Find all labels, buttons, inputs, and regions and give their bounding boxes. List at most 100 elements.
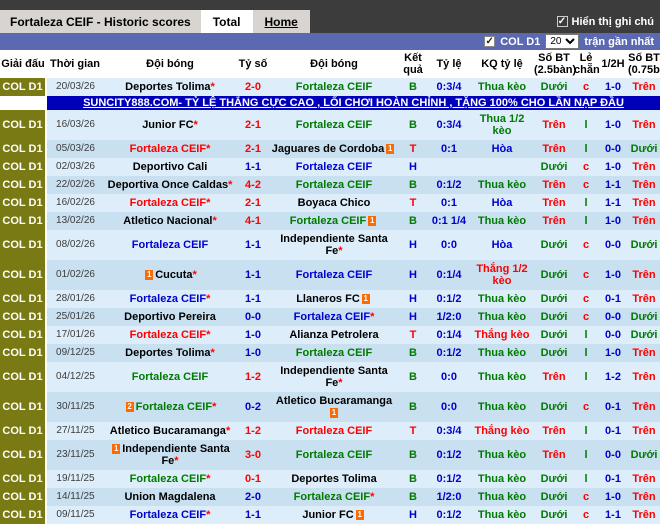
column-header-8: Số BT (2.5bàn) bbox=[534, 50, 577, 78]
over-under-0-75-cell: Trên bbox=[632, 473, 656, 485]
odd-even-cell: l bbox=[584, 119, 588, 131]
tab-home[interactable]: Home bbox=[252, 10, 310, 33]
home-team-cell: Deportes Tolima* bbox=[104, 78, 236, 96]
over-under-0-75-cell: Trên bbox=[632, 119, 656, 131]
match-count-select[interactable]: 20 bbox=[545, 34, 580, 49]
date-cell: 19/11/25 bbox=[56, 473, 95, 484]
over-under-2-5-cell: Trên bbox=[542, 119, 566, 131]
over-under-2-5-cell: Dưới bbox=[540, 269, 568, 281]
ad-banner-link[interactable]: SUNCITY888.COM- TỶ LỆ THẮNG CỰC CAO , LỐ… bbox=[46, 96, 660, 110]
over-under-2-5-cell: Dưới bbox=[540, 239, 568, 251]
odd-even-cell: l bbox=[584, 473, 588, 485]
home-team-cell: 2 Fortaleza CEIF* bbox=[104, 392, 236, 422]
home-team-name: Fortaleza CEIF bbox=[131, 239, 209, 251]
league-cell: COL D1 bbox=[0, 230, 47, 260]
tab-total[interactable]: Total bbox=[200, 10, 253, 33]
result-cell: T bbox=[409, 197, 417, 209]
away-team-name: Jaguares de Cordoba bbox=[271, 143, 385, 155]
league-cell: COL D1 bbox=[0, 362, 47, 392]
red-card-icon: 1 bbox=[386, 144, 395, 154]
home-team-cell: Junior FC* bbox=[104, 110, 236, 140]
handicap-odds-cell: 0:0 bbox=[441, 401, 457, 413]
odds-result-cell: Hòa bbox=[491, 143, 513, 155]
home-team-cell: Fortaleza CEIF* bbox=[104, 470, 236, 488]
over-under-2-5-cell: Dưới bbox=[540, 311, 568, 323]
score-cell: 4-2 bbox=[245, 179, 261, 191]
result-cell: B bbox=[409, 179, 417, 191]
match-row: COL D1 19/11/25 Fortaleza CEIF* 0-1 Deportes… bbox=[0, 470, 660, 488]
home-team-name: Union Magdalena bbox=[124, 491, 216, 503]
away-team-name: Fortaleza CEIF bbox=[295, 269, 373, 281]
over-under-2-5-cell: Trên bbox=[542, 143, 566, 155]
home-team-cell: Fortaleza CEIF* bbox=[104, 194, 236, 212]
league-filter-checkbox[interactable]: ✓ bbox=[484, 36, 496, 47]
odd-even-cell: l bbox=[584, 197, 588, 209]
odd-even-cell: c bbox=[582, 311, 590, 323]
away-team-name: Junior FC bbox=[302, 509, 354, 521]
away-team-name: Fortaleza CEIF bbox=[295, 161, 373, 173]
score-cell: 2-0 bbox=[245, 491, 261, 503]
over-under-0-75-cell: Trên bbox=[632, 401, 656, 413]
away-team-cell: Fortaleza CEIF bbox=[270, 260, 398, 290]
over-under-2-5-cell: Trên bbox=[542, 215, 566, 227]
handicap-odds-cell: 0:0 bbox=[441, 239, 457, 251]
date-cell: 04/12/25 bbox=[56, 371, 95, 382]
league-cell: COL D1 bbox=[0, 440, 47, 470]
half-time-score-cell: 1-0 bbox=[605, 161, 621, 173]
over-under-2-5-cell: Dưới bbox=[540, 293, 568, 305]
away-team-cell: Jaguares de Cordoba 1 bbox=[270, 140, 398, 158]
odd-even-cell: l bbox=[584, 143, 588, 155]
odd-even-cell: c bbox=[582, 401, 590, 413]
odds-result-cell bbox=[470, 158, 534, 176]
match-row: COL D1 22/02/26 Deportiva Once Caldas* 4-2 F… bbox=[0, 176, 660, 194]
match-row: COL D1 17/01/26 Fortaleza CEIF* 1-0 Alianza … bbox=[0, 326, 660, 344]
odd-even-cell: c bbox=[582, 81, 590, 93]
top-strip bbox=[0, 0, 660, 10]
home-team-name: Deportes Tolima bbox=[125, 347, 211, 359]
match-row: COL D1 14/11/25 Union Magdalena 2-0 Fortalez… bbox=[0, 488, 660, 506]
over-under-0-75-cell: Trên bbox=[632, 509, 656, 521]
over-under-2-5-cell: Trên bbox=[542, 425, 566, 437]
result-cell: H bbox=[409, 509, 417, 521]
odds-result-cell: Thắng kèo bbox=[474, 425, 530, 437]
date-cell: 27/11/25 bbox=[56, 425, 95, 436]
star-marker: * bbox=[192, 269, 197, 281]
date-cell: 23/11/25 bbox=[56, 449, 95, 460]
away-team-name: Independiente Santa Fe bbox=[280, 233, 388, 257]
score-cell: 2-0 bbox=[245, 81, 261, 93]
match-row: COL D1 30/11/25 2 Fortaleza CEIF* 0-2 Atletic… bbox=[0, 392, 660, 422]
star-marker: * bbox=[206, 143, 211, 155]
away-team-name: Boyaca Chico bbox=[297, 197, 371, 209]
match-row: COL D1 28/01/26 Fortaleza CEIF* 1-1 Llaneros… bbox=[0, 290, 660, 308]
star-marker: * bbox=[370, 311, 375, 323]
home-team-name: Fortaleza CEIF bbox=[129, 143, 207, 155]
date-cell: 13/02/26 bbox=[56, 215, 95, 226]
league-cell: COL D1 bbox=[0, 290, 47, 308]
home-team-name: Fortaleza CEIF bbox=[135, 401, 213, 413]
date-cell: 16/03/26 bbox=[56, 119, 95, 130]
score-cell: 2-1 bbox=[245, 119, 261, 131]
away-team-cell: Fortaleza CEIF bbox=[270, 440, 398, 470]
show-notes-checkbox[interactable]: ✓ bbox=[556, 16, 568, 27]
red-card-icon: 1 bbox=[355, 510, 364, 520]
away-team-cell: Fortaleza CEIF bbox=[270, 422, 398, 440]
handicap-odds-cell: 0:3/4 bbox=[436, 119, 462, 131]
handicap-odds-cell: 1/2:0 bbox=[436, 311, 462, 323]
date-cell: 02/03/26 bbox=[56, 161, 95, 172]
half-time-score-cell: 1-1 bbox=[605, 179, 621, 191]
handicap-odds-cell: 0:1/2 bbox=[436, 347, 462, 359]
star-marker: * bbox=[225, 425, 231, 437]
league-cell: COL D1 bbox=[0, 140, 47, 158]
result-cell: T bbox=[409, 425, 417, 437]
column-header-10: 1/2H bbox=[598, 50, 628, 78]
away-team-name: Fortaleza CEIF bbox=[295, 449, 373, 461]
home-team-cell: Fortaleza CEIF bbox=[104, 230, 236, 260]
odds-result-cell: Thua kèo bbox=[477, 449, 527, 461]
star-marker: * bbox=[338, 245, 343, 257]
over-under-0-75-cell: Dưới bbox=[630, 329, 658, 341]
odds-result-cell: Thua kèo bbox=[477, 371, 527, 383]
handicap-odds-cell: 0:0 bbox=[441, 371, 457, 383]
star-marker: * bbox=[174, 455, 179, 467]
result-cell: B bbox=[409, 449, 417, 461]
home-team-name: Fortaleza CEIF bbox=[129, 329, 207, 341]
